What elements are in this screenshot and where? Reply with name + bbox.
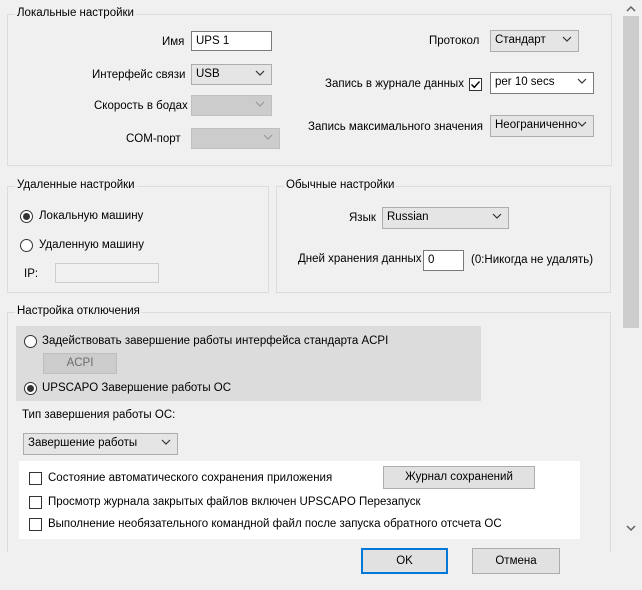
radio-os-shutdown[interactable]	[24, 382, 37, 395]
chevron-down-icon	[577, 121, 587, 127]
os-shutdown-label: UPSCAPO Завершение работы ОС	[42, 382, 232, 394]
run-command-file-label: Выполнение необязательного командной фай…	[48, 518, 502, 530]
chevron-down-icon	[577, 78, 587, 84]
remote-machine-label: Удаленную машину	[39, 239, 144, 251]
scrollbar-thumb[interactable]	[623, 16, 639, 328]
radio-acpi[interactable]	[24, 335, 37, 348]
general-settings-title: Обычные настройки	[284, 179, 397, 191]
ip-input[interactable]	[55, 263, 159, 283]
chevron-down-icon	[263, 134, 273, 140]
max-value-value: Неограниченно	[495, 119, 578, 131]
ip-label: IP:	[24, 268, 39, 280]
scroll-up-arrow-icon[interactable]	[625, 5, 637, 13]
chevron-down-icon	[492, 213, 502, 219]
acpi-button[interactable]: ACPI	[43, 353, 117, 374]
ok-button[interactable]: OK	[361, 548, 448, 574]
radio-remote-machine[interactable]	[20, 239, 33, 252]
shutdown-settings-title: Настройка отключения	[15, 305, 142, 317]
radio-local-machine[interactable]	[20, 210, 33, 223]
checkmark-icon	[471, 81, 481, 89]
closed-files-log-label: Просмотр журнала закрытых файлов включен…	[48, 496, 421, 508]
acpi-option-label: Задействовать завершение работы интерфей…	[42, 335, 389, 347]
log-checkbox[interactable]	[469, 78, 482, 91]
retention-days-note: (0:Никогда не удалять)	[471, 254, 594, 266]
vertical-scrollbar[interactable]	[620, 0, 642, 538]
chevron-down-icon	[161, 439, 171, 445]
general-settings-group: Обычные настройки	[276, 179, 611, 293]
log-label: Запись в журнале данных	[325, 78, 464, 90]
name-input[interactable]: UPS 1	[191, 31, 272, 51]
com-port-label: COM-порт	[126, 133, 181, 145]
run-command-file-checkbox[interactable]	[29, 518, 42, 531]
protocol-select[interactable]: Стандарт	[490, 30, 579, 52]
protocol-value: Стандарт	[495, 34, 546, 46]
language-label: Язык	[349, 212, 376, 224]
autosave-checkbox[interactable]	[29, 472, 42, 485]
local-machine-label: Локальную машину	[39, 210, 144, 222]
baud-label: Скорость в бодах	[94, 100, 188, 112]
cancel-button[interactable]: Отмена	[472, 548, 560, 574]
protocol-label: Протокол	[429, 35, 480, 47]
log-interval-select[interactable]: per 10 secs	[490, 72, 594, 94]
save-journal-button[interactable]: Журнал сохранений	[383, 466, 535, 489]
retention-days-label: Дней хранения данных	[298, 253, 422, 265]
language-value: Russian	[387, 211, 429, 223]
language-select[interactable]: Russian	[382, 207, 509, 229]
chevron-down-icon	[255, 101, 265, 107]
remote-settings-title: Удаленные настройки	[15, 179, 137, 191]
chevron-down-icon	[255, 70, 265, 76]
log-interval-value: per 10 secs	[495, 76, 555, 88]
interface-label: Интерфейс связи	[92, 69, 186, 81]
max-value-label: Запись максимального значения	[308, 121, 484, 133]
max-value-select[interactable]: Неограниченно	[490, 115, 594, 137]
baud-select[interactable]	[191, 95, 272, 116]
local-settings-title: Локальные настройки	[15, 7, 136, 19]
interface-value: USB	[196, 68, 220, 80]
com-port-select[interactable]	[191, 128, 280, 149]
autosave-label: Состояние автоматического сохранения при…	[48, 472, 333, 484]
shutdown-type-label: Тип завершения работы ОС:	[22, 409, 176, 421]
retention-days-input[interactable]: 0	[423, 250, 464, 271]
scroll-down-arrow-icon[interactable]	[625, 524, 637, 532]
shutdown-type-value: Завершение работы	[28, 437, 138, 449]
chevron-down-icon	[562, 36, 572, 42]
name-label: Имя	[162, 36, 185, 48]
shutdown-type-select[interactable]: Завершение работы	[23, 433, 178, 455]
closed-files-log-checkbox[interactable]	[29, 496, 42, 509]
interface-select[interactable]: USB	[191, 64, 272, 85]
